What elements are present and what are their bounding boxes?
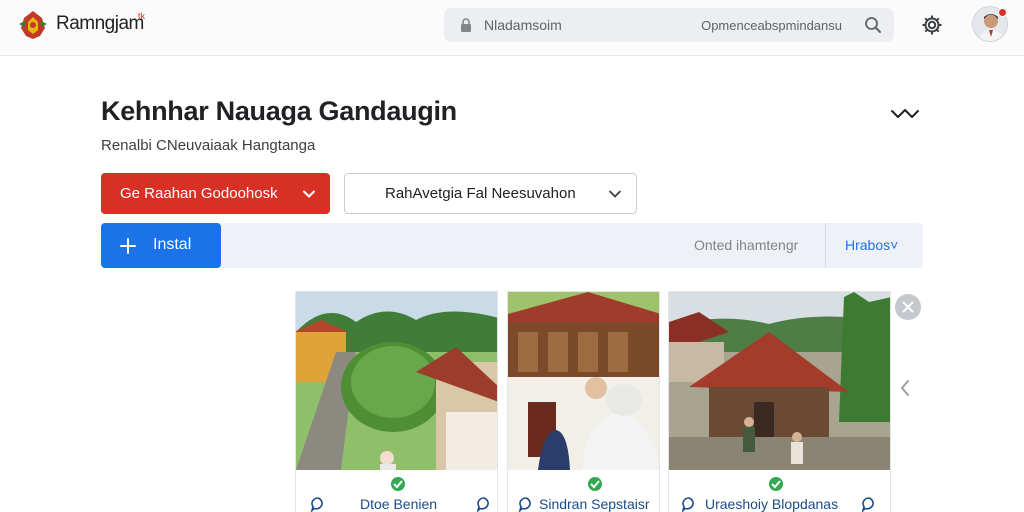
card-caption: Dtoe Benien	[296, 496, 497, 512]
brand-mark: tk	[138, 11, 146, 21]
comment-icon[interactable]	[476, 496, 492, 512]
toolbar: Instal Onted ihamtengr Hrabos˅	[101, 223, 923, 268]
gallery-card[interactable]: Dtoe Benien	[295, 291, 498, 512]
search-hint: Opmenceabspmindansu	[701, 18, 842, 33]
collapse-icon[interactable]	[890, 104, 920, 122]
top-bar: Ramngjam tk Nladamsoim Opmenceabspmindan…	[0, 0, 1024, 56]
secondary-select[interactable]: RahAvetgia Fal Neesuvahon	[344, 173, 637, 214]
more-dropdown[interactable]: Hrabos˅	[845, 237, 898, 253]
install-button[interactable]: Instal	[101, 223, 221, 268]
toolbar-divider	[825, 223, 826, 268]
lock-icon	[461, 18, 471, 32]
chevron-left-icon[interactable]	[898, 378, 912, 398]
chevron-down-icon	[303, 190, 315, 198]
check-icon	[586, 475, 604, 493]
card-photo	[508, 292, 659, 470]
chevron-down-icon	[609, 190, 621, 198]
check-icon	[767, 475, 785, 493]
comment-icon[interactable]	[681, 496, 697, 512]
notification-badge	[998, 8, 1007, 17]
gear-icon[interactable]	[920, 13, 944, 37]
comment-icon[interactable]	[518, 496, 534, 512]
card-photo	[669, 292, 890, 470]
gallery-card[interactable]: Uraeshoiy Blopdanas	[668, 291, 891, 512]
primary-dropdown-button[interactable]: Ge Raahan Godoohosk	[101, 173, 330, 214]
page-subtitle: Renalbi CNeuvaiaak Hangtanga	[101, 137, 316, 154]
search-icon[interactable]	[864, 16, 882, 34]
comment-icon[interactable]	[861, 496, 877, 512]
page-title: Kehnhar Nauaga Gandaugin	[101, 96, 457, 126]
card-title: Dtoe Benien	[360, 496, 438, 512]
card-caption: Uraeshoiy Blopdanas	[669, 496, 890, 512]
install-label: Instal	[153, 236, 192, 253]
card-title: Sindran Sepstaisr	[539, 496, 650, 512]
filter-input[interactable]: Onted ihamtengr	[694, 237, 798, 253]
check-icon	[389, 475, 407, 493]
comment-icon[interactable]	[310, 496, 326, 512]
close-button[interactable]	[895, 294, 921, 320]
card-photo	[296, 292, 497, 470]
brand-name[interactable]: Ramngjam	[56, 13, 144, 35]
card-caption: Sindran Sepstaisr	[508, 496, 659, 512]
close-icon	[902, 301, 914, 313]
primary-dropdown-label: Ge Raahan Godoohosk	[120, 185, 278, 202]
card-title: Uraeshoiy Blopdanas	[705, 496, 839, 512]
logo-emblem-icon[interactable]	[16, 8, 50, 42]
add-icon	[120, 238, 136, 254]
secondary-select-value: RahAvetgia Fal Neesuvahon	[385, 185, 576, 202]
search-bar[interactable]: Nladamsoim Opmenceabspmindansu	[444, 8, 894, 42]
search-input[interactable]: Nladamsoim	[484, 17, 562, 33]
gallery-card[interactable]: Sindran Sepstaisr	[507, 291, 660, 512]
